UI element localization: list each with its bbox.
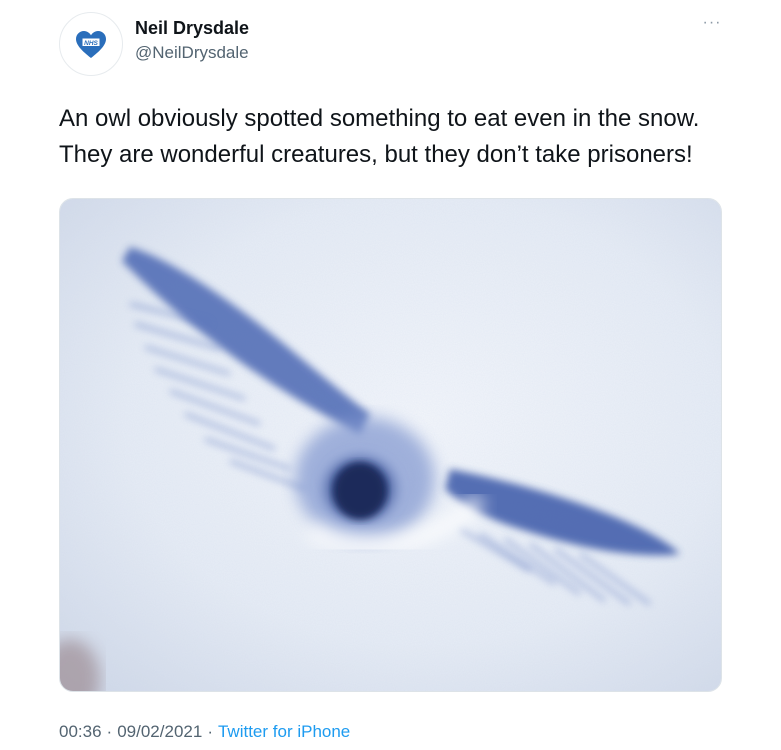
tweet-text-line: An owl obviously spotted something to ea… bbox=[59, 105, 700, 132]
author-handle[interactable]: @NeilDrysdale bbox=[135, 43, 249, 63]
tweet-text-line: They are wonderful creatures, but they d… bbox=[59, 141, 693, 168]
avatar[interactable]: NHS bbox=[59, 12, 123, 76]
tweet-meta: 00:36 · 09/02/2021 · Twitter for iPhone bbox=[59, 722, 350, 742]
tweet-card: NHS Neil Drysdale @NeilDrysdale ··· An o… bbox=[0, 0, 781, 750]
meta-separator: · bbox=[207, 722, 213, 741]
tweet-text: An owl obviously spotted something to ea… bbox=[59, 101, 759, 173]
nhs-heart-icon: NHS bbox=[76, 31, 106, 58]
owl-snow-imprint-image bbox=[60, 199, 721, 691]
tweet-source-link[interactable]: Twitter for iPhone bbox=[218, 722, 350, 741]
meta-separator: · bbox=[106, 722, 113, 741]
nhs-badge-text: NHS bbox=[84, 40, 98, 47]
more-dots-icon[interactable]: ··· bbox=[700, 15, 724, 34]
tweet-photo[interactable] bbox=[59, 198, 722, 692]
tweet-date[interactable]: 09/02/2021 bbox=[117, 722, 202, 741]
author-display-name[interactable]: Neil Drysdale bbox=[135, 18, 249, 39]
tweet-time[interactable]: 00:36 bbox=[59, 722, 102, 741]
